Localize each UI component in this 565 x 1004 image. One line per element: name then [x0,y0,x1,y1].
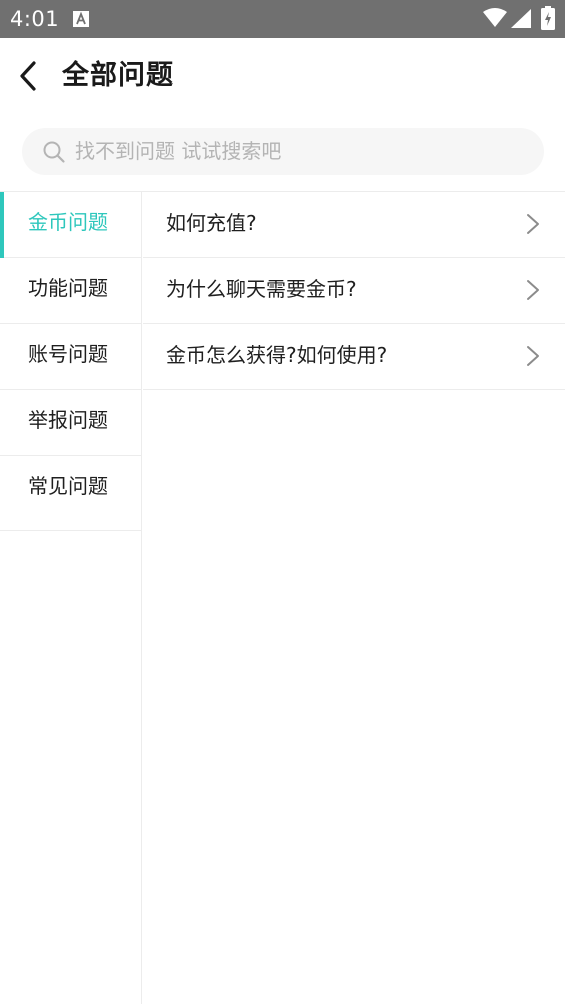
chevron-right-icon [527,214,539,234]
question-list: 如何充值? 为什么聊天需要金币? 金币怎么获得?如何使用? [143,192,565,390]
category-item-common[interactable]: 常见问题 [0,456,141,531]
chevron-right-icon [527,346,539,366]
search-input[interactable]: 找不到问题 试试搜索吧 [22,128,544,175]
category-label: 常见问题 [28,474,108,498]
question-label: 为什么聊天需要金币? [166,277,357,301]
status-time: 4:01 [10,7,60,31]
back-button[interactable] [10,56,46,96]
signal-icon [511,9,531,28]
question-item-chat-coins[interactable]: 为什么聊天需要金币? [143,258,565,324]
chevron-right-icon [527,280,539,300]
search-icon [43,141,65,163]
category-item-report[interactable]: 举报问题 [0,390,141,456]
active-indicator [0,192,4,258]
category-label: 金币问题 [28,210,108,234]
status-bar: 4:01 [0,0,565,38]
question-label: 如何充值? [166,211,257,235]
question-item-recharge[interactable]: 如何充值? [143,192,565,258]
wifi-icon [483,8,507,27]
category-label: 功能问题 [28,276,108,300]
battery-charging-icon [541,6,555,30]
question-label: 金币怎么获得?如何使用? [166,343,388,367]
chevron-left-icon [20,61,36,91]
app-header: 全部问题 [0,38,565,114]
question-item-earn-use-coins[interactable]: 金币怎么获得?如何使用? [143,324,565,390]
category-label: 账号问题 [28,342,108,366]
text-a-icon [73,11,89,27]
category-label: 举报问题 [28,408,108,432]
page-title: 全部问题 [62,60,174,91]
category-item-account[interactable]: 账号问题 [0,324,141,390]
category-item-coins[interactable]: 金币问题 [0,192,141,258]
category-sidebar: 金币问题 功能问题 账号问题 举报问题 常见问题 [0,192,142,1004]
category-item-features[interactable]: 功能问题 [0,258,141,324]
search-placeholder: 找不到问题 试试搜索吧 [75,139,282,163]
